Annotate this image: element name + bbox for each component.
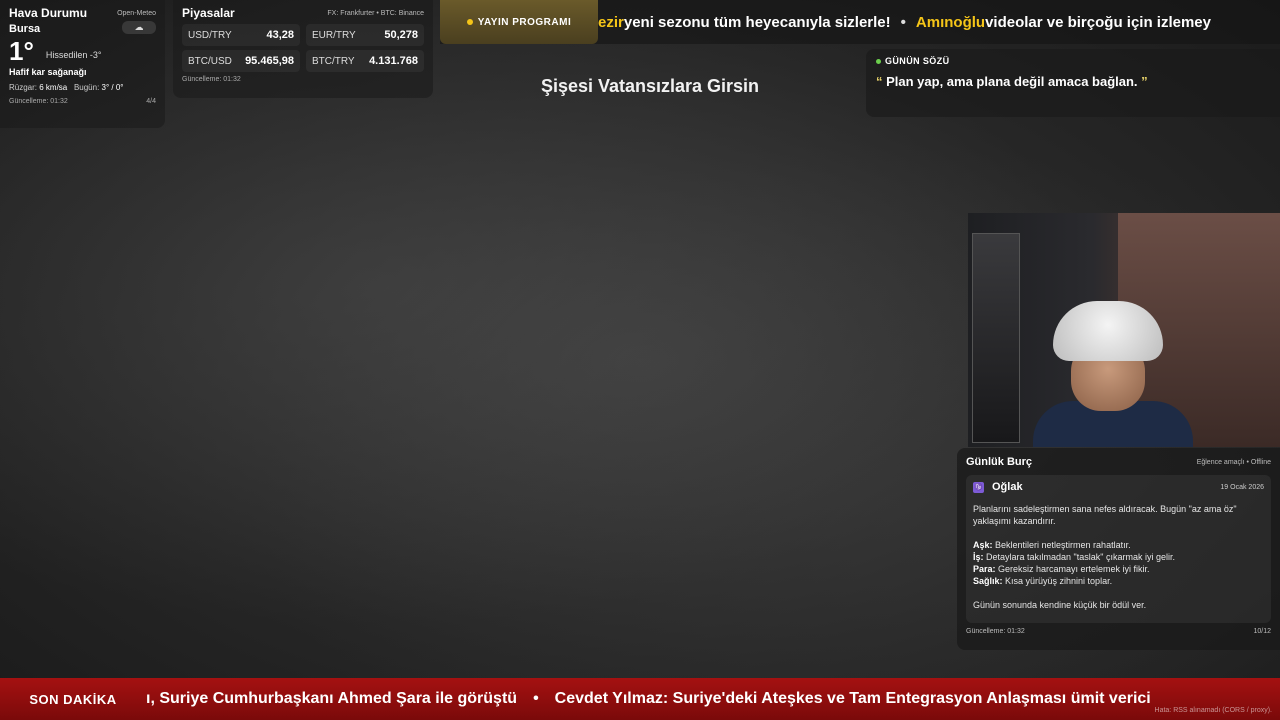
love-label: Aşk: [973,540,993,550]
capricorn-icon: ♑ [973,481,984,493]
market-item: BTC/USD 95.465,98 [182,50,300,72]
horoscope-intro: Planlarını sadeleştirmen sana nefes aldı… [973,504,1237,526]
stream-title: Şişesi Vatansızlara Girsin [540,76,760,96]
top-ticker: YAYIN PROGRAMI ezir yeni sezonu tüm heye… [440,0,1280,44]
webcam-door [972,233,1020,443]
snow-cloud-icon: ☁ [122,21,156,34]
work-text: Detaylara takılmadan "taslak" çıkarmak i… [983,552,1175,562]
market-symbol: BTC/TRY [312,55,355,67]
streamer-hat [1053,301,1163,361]
market-value: 95.465,98 [245,55,294,67]
horoscope-sign: ♑ Oğlak [973,481,1023,493]
weather-city: Bursa [9,23,41,35]
weather-condition: Hafif kar sağanağı [9,67,87,77]
quote-text-row: “ Plan yap, ama plana değil amaca bağlan… [876,74,1270,89]
today-value: 3° / 0° [101,83,124,92]
ticker-separator: • [900,13,906,31]
weather-widget: Hava Durumu Open-Meteo Bursa ☁ 1° Hissed… [0,0,165,128]
markets-source: FX: Frankfurter • BTC: Binance [327,9,424,17]
ticker-text: videolar ve birçoğu için izlemey [985,13,1211,31]
ticker-text: yeni sezonu tüm heyecanıyla sizlerle! [623,13,891,31]
love-text: Beklentileri netleştirmen rahatlatır. [992,540,1131,550]
streamer-figure [1033,301,1193,447]
webcam-feed [968,213,1280,447]
market-item: EUR/TRY 50,278 [306,24,424,46]
breaking-ticker: ı, Suriye Cumhurbaşkanı Ahmed Şara ile g… [146,678,1280,720]
program-button[interactable]: YAYIN PROGRAMI [440,0,598,44]
breaking-item: ı, Suriye Cumhurbaşkanı Ahmed Şara ile g… [146,690,518,707]
horoscope-body: Planlarını sadeleştirmen sana nefes aldı… [973,503,1264,611]
today-label: Bugün: [73,83,100,92]
horoscope-closing: Günün sonunda kendine küçük bir ödül ver… [973,600,1147,610]
market-symbol: USD/TRY [188,29,232,41]
horoscope-source: Eğlence amaçlı • Offline [1196,458,1271,466]
weather-feels-like: Hissedilen -3° [45,50,102,60]
weather-details: Rüzgar: 6 km/sa Bugün: 3° / 0° [9,83,156,92]
horoscope-updated: Güncelleme: 01:32 [966,628,1025,635]
money-label: Para: [973,564,996,574]
quote-widget: GÜNÜN SÖZÜ “ Plan yap, ama plana değil a… [866,49,1280,117]
wind-value: 6 km/sa [39,83,68,92]
quote-close-mark: ” [1141,74,1148,89]
quote-text: Plan yap, ama plana değil amaca bağlan. [882,74,1142,89]
weather-title: Hava Durumu [9,6,88,20]
wind-label: Rüzgar: [9,83,38,92]
market-value: 43,28 [266,29,294,41]
markets-title: Piyasalar [182,6,235,20]
sign-name: Oğlak [992,481,1023,493]
quote-label-row: GÜNÜN SÖZÜ [876,56,1270,66]
money-text: Gereksiz harcamayı ertelemek iyi fikir. [995,564,1150,574]
breaking-item: Cevdet Yılmaz: Suriye'deki Ateşkes ve Ta… [554,690,1151,707]
breaking-label: SON DAKİKA [0,678,146,720]
market-item: USD/TRY 43,28 [182,24,300,46]
rss-error: Hata: RSS alınamadı (CORS / proxy). [1154,707,1272,714]
program-dot-icon [466,19,473,25]
horoscope-card: ♑ Oğlak 19 Ocak 2026 Planlarını sadeleşt… [966,475,1271,623]
horoscope-date: 19 Ocak 2026 [1220,483,1264,491]
health-label: Sağlık: [973,576,1003,586]
breaking-separator: • [533,690,539,707]
program-label: YAYIN PROGRAMI [477,16,572,28]
horoscope-page: 10/12 [1253,628,1271,635]
horoscope-title: Günlük Burç [966,456,1033,468]
health-text: Kısa yürüyüş zihnini toplar. [1002,576,1113,586]
markets-widget: Piyasalar FX: Frankfurter • BTC: Binance… [173,0,433,98]
market-value: 4.131.768 [369,55,418,67]
ticker-highlight: Amınoğlu [915,13,986,31]
market-item: BTC/TRY 4.131.768 [306,50,424,72]
markets-updated: Güncelleme: 01:32 [182,76,241,83]
ticker-highlight: ezir [598,13,624,31]
weather-source: Open-Meteo [117,9,156,17]
market-value: 50,278 [384,29,418,41]
market-symbol: BTC/USD [188,55,232,67]
weather-page: 4/4 [146,98,156,105]
weather-updated: Güncelleme: 01:32 [9,98,68,105]
weather-temperature: 1° [9,36,34,66]
quote-label: GÜNÜN SÖZÜ [885,56,950,66]
top-ticker-text: ezir yeni sezonu tüm heyecanıyla sizlerl… [598,0,1280,44]
horoscope-widget: Günlük Burç Eğlence amaçlı • Offline ♑ O… [957,448,1280,650]
breaking-news-bar: SON DAKİKA ı, Suriye Cumhurbaşkanı Ahmed… [0,678,1280,720]
markets-grid: USD/TRY 43,28 EUR/TRY 50,278 BTC/USD 95.… [182,24,424,72]
live-dot-icon [876,58,881,64]
market-symbol: EUR/TRY [312,29,356,41]
work-label: İş: [973,552,984,562]
